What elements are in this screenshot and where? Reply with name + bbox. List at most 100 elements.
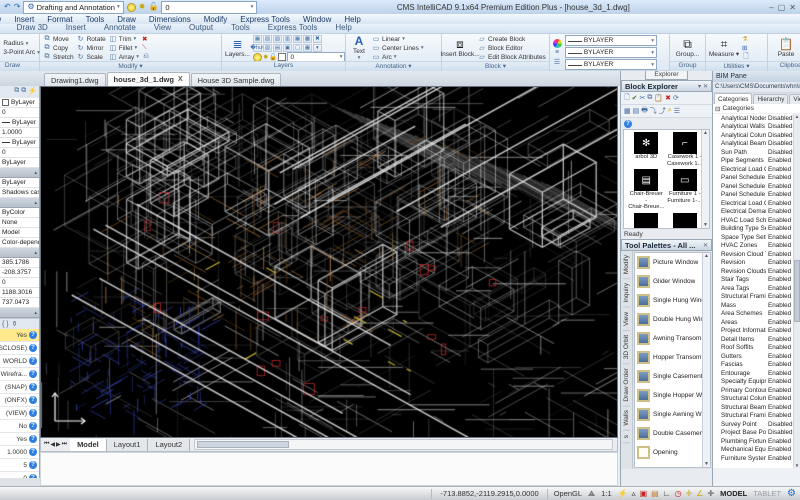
annotation-button[interactable]: ▭ Arc ▾ [372,53,424,62]
status-icon[interactable]: ▵ [632,489,636,499]
doc-tab-drawing1[interactable]: Drawing1.dwg [44,73,106,86]
help-icon[interactable]: ? [29,461,37,469]
collapse-icon[interactable]: ⊟ [715,105,720,113]
palette-side-tab[interactable]: Modify [623,251,630,280]
ribbon-tab[interactable]: Insert [66,24,86,33]
bim-category-row[interactable]: Pipe Segments Enabled [713,157,794,166]
lightbulb-icon[interactable] [126,2,136,12]
ribbon-tab[interactable]: Annotate [104,24,136,33]
bim-category-row[interactable]: Fascias Enabled [713,361,794,370]
bim-category-row[interactable]: Entourage Enabled [713,369,794,378]
erase-button[interactable]: ✖ [142,35,150,43]
setting-row[interactable]: No? [0,420,39,433]
lineweight-icon[interactable]: ☰ [553,58,562,66]
view-list-icon[interactable]: ▦ [624,107,631,115]
bim-category-row[interactable]: Analytical Nodes Disabled [713,114,794,123]
bim-category-row[interactable]: Stair Tags Enabled [713,276,794,285]
color-wheel-icon[interactable] [553,39,562,48]
options-icon[interactable]: ☰ [674,107,680,115]
drawing-viewport[interactable] [41,87,617,437]
bim-category-row[interactable]: Panel Schedule Te... Enabled [713,182,794,191]
linetype-icon[interactable]: ≡ [553,49,562,57]
sun-icon[interactable]: ✸ [139,2,146,12]
property-row[interactable]: ByLayer [0,118,39,128]
close-icon[interactable]: ✕ [703,242,708,249]
explode-button[interactable]: ⎌ [142,53,150,61]
bim-category-row[interactable]: HVAC Zones Enabled [713,242,794,251]
quick-select-icon[interactable]: ⚗ [742,35,750,43]
vertical-scrollbar[interactable]: ▲ ▼ [701,130,709,228]
paste-button[interactable]: 📋 Paste [771,38,800,59]
palette-tool-item[interactable]: Double Casement Win... [635,424,710,443]
modify-button[interactable]: ◫ Trim ▾ [109,35,139,44]
property-row[interactable]: None [0,218,39,228]
block-item[interactable]: ▤ Chair-Breuer - Chair-Breue... [628,169,665,211]
bim-category-row[interactable]: Electrical Demand ... Enabled [713,208,794,217]
layout2-tab[interactable]: Layout2 [148,438,191,451]
menu-item[interactable]: Draw [117,15,136,24]
bim-category-row[interactable]: Space Type Settings Enabled [713,233,794,242]
property-row[interactable] [0,168,39,178]
bim-category-row[interactable]: Survey Point Disabled [713,420,794,429]
property-row[interactable] [0,198,39,208]
palette-side-tab[interactable]: Walls [623,406,630,432]
property-row[interactable]: 385.1786 [0,258,39,268]
three-point-arc-button[interactable]: 3-Point Arc ▾ [3,49,40,57]
ribbon-tab[interactable]: View [154,24,171,33]
property-row[interactable] [0,308,39,318]
bim-tab-hierarchy[interactable]: Hierarchy [753,94,789,104]
ribbon-tab[interactable]: Draw 3D [17,24,48,33]
vertical-scrollbar[interactable]: ▲ ▼ [702,253,710,467]
measure-button[interactable]: ⌗ Measure ▾ [709,38,739,59]
ribbon-tab[interactable]: Output [189,24,213,33]
bim-category-row[interactable]: Detail Items Enabled [713,335,794,344]
bim-category-row[interactable]: Panel Schedule Te... Enabled [713,191,794,200]
layer-dropdown[interactable]: 0 ▾ [161,0,258,14]
status-icon[interactable]: ◷ [675,489,682,499]
modify-button[interactable]: ↻ Scale [77,53,106,62]
horizontal-scrollbar[interactable] [194,439,613,450]
check-icon[interactable]: ✔ [632,94,638,102]
bim-category-row[interactable]: Revision Enabled [713,259,794,268]
copy-icon[interactable]: ⧉ [647,94,652,102]
palette-tool-item[interactable]: Single Casement Wind... [635,367,710,386]
status-icon[interactable]: ∟ [663,489,671,499]
palette-window-icon[interactable]: ⧉ [14,87,19,97]
setting-row[interactable]: 1.0000? [0,446,39,459]
layer-tools-grid[interactable]: ▦ ▧ ▨ ▥ ▦ ▩ ✖ �huv ▧ ▤ ▣ ▢ ▦ ▾ [250,35,346,52]
bim-category-row[interactable]: Structural Beam Sy... Enabled [713,403,794,412]
property-row[interactable]: 1188.3016 [0,288,39,298]
setting-row[interactable]: (SNAP)? [0,381,39,394]
palette-copy-icon[interactable]: ⧉ [21,87,26,97]
status-icon[interactable]: ∠ [696,489,703,499]
setting-row[interactable]: (VIEW)? [0,407,39,420]
bim-category-row[interactable]: Analytical Columns Disabled [713,131,794,140]
palette-side-tab[interactable]: 3D Orbit [623,330,630,364]
setting-row[interactable]: 2D Wirefra...? [0,368,39,381]
explorer-dock-tab[interactable]: Explorer [645,71,688,80]
last-tab-button[interactable]: ⏭ [62,441,67,448]
menu-item[interactable]: Dimensions [149,15,191,24]
funnel-icon[interactable]: ⚱ [12,320,18,328]
layout1-tab[interactable]: Layout1 [106,438,149,451]
search-icon[interactable]: ⌕ [668,107,672,115]
refresh-icon[interactable]: ⟳ [673,94,679,102]
menu-item[interactable]: Window [303,15,331,24]
property-row[interactable]: Shadows cas... [0,188,39,198]
bim-tab-categories[interactable]: Categories [714,93,753,104]
bim-category-row[interactable]: Revision Clouds Enabled [713,267,794,276]
status-icon[interactable]: ⚡ [618,489,628,499]
annotation-button[interactable]: ▭ Center Lines ▾ [372,44,424,53]
bim-category-row[interactable]: Areas Enabled [713,318,794,327]
insert-block-button[interactable]: ⧈ Insert Block... [440,38,479,59]
model-tab[interactable]: Model [70,438,107,451]
bim-category-row[interactable]: Roof Soffits Enabled [713,344,794,353]
help-icon[interactable]: ? [29,435,37,443]
property-row[interactable]: Color-depend... [0,238,39,248]
group-button[interactable]: ⧉ Group... [673,38,702,59]
bim-category-row[interactable]: Electrical Load Cla... Enabled [713,199,794,208]
property-select[interactable]: BYLAYER ▾ [565,47,657,58]
bim-category-row[interactable]: Project Base Point Disabled [713,429,794,438]
block-item[interactable]: ✻ arbol 3D [628,132,665,167]
menu-item[interactable]: Format [47,15,72,24]
